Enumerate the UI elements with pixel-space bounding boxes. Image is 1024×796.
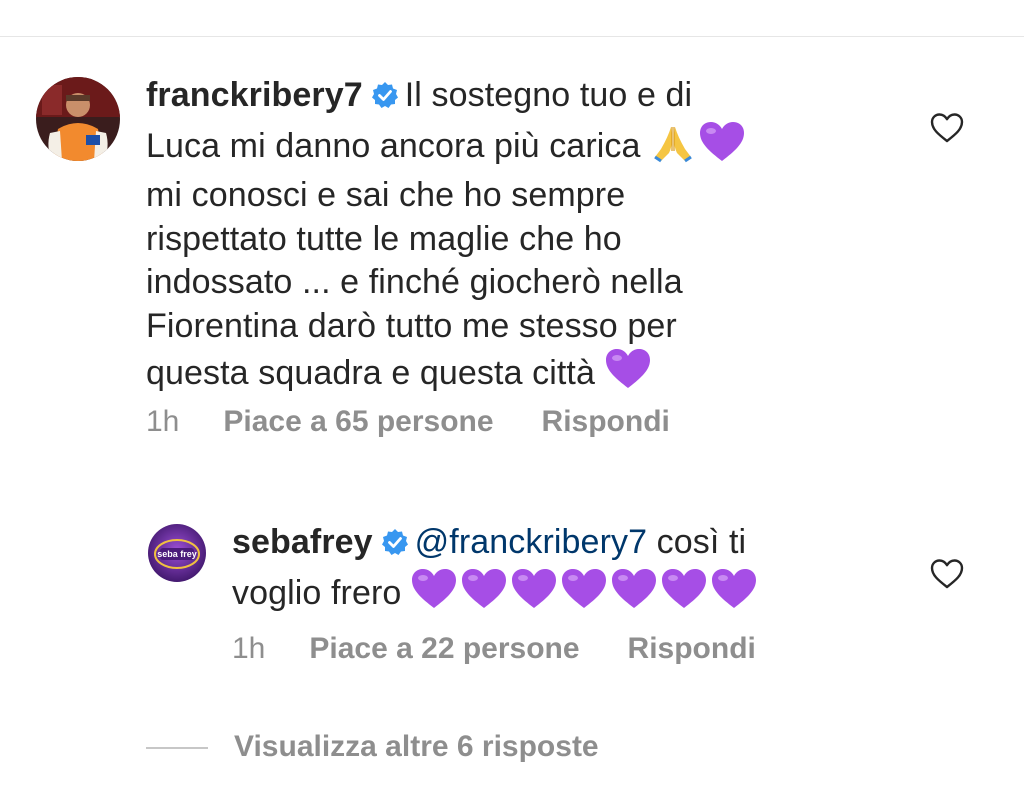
avatar-franckribery7[interactable]: [36, 77, 120, 161]
comment-text-line: questa squadra e questa città: [146, 354, 595, 392]
view-replies-label: Visualizza altre 6 risposte: [234, 730, 599, 763]
comment-body: franckribery7 Il sostegno tuo e di Luca m…: [146, 74, 866, 402]
avatar-sebafrey[interactable]: seba frey: [148, 524, 206, 582]
purple-heart-emoji-icon: [561, 568, 607, 622]
purple-heart-emoji-icon: [661, 568, 707, 622]
reply-text: voglio frero: [232, 573, 402, 612]
verified-badge-icon: [371, 77, 399, 121]
reply-line-1: sebafrey @franckribery7 così ti: [232, 521, 872, 568]
purple-heart-emoji-icon: [411, 568, 457, 622]
verified-badge-icon: [381, 524, 409, 568]
purple-heart-emoji-icon: [461, 568, 507, 622]
purple-hearts-row: [401, 568, 757, 612]
comment-line-7: questa squadra e questa città: [146, 348, 866, 402]
reply-time: 1h: [232, 632, 266, 665]
reply-button[interactable]: Rispondi: [542, 405, 670, 438]
comment-time: 1h: [146, 405, 180, 438]
reply-meta: 1h Piace a 22 persone Rispondi: [232, 632, 756, 666]
like-heart-icon[interactable]: [930, 112, 964, 144]
view-more-replies[interactable]: Visualizza altre 6 risposte: [146, 730, 599, 764]
pray-emoji-icon: [651, 123, 695, 175]
comment-meta: 1h Piace a 65 persone Rispondi: [146, 405, 670, 439]
comment-line-2: Luca mi danno ancora più carica: [146, 121, 866, 175]
comment-text-line: Il sostegno tuo e di: [404, 76, 693, 114]
purple-heart-emoji-icon: [711, 568, 757, 622]
purple-heart-emoji-icon: [511, 568, 557, 622]
reply-username[interactable]: sebafrey: [232, 523, 373, 561]
reply-text: così ti: [656, 523, 747, 561]
top-divider: [0, 36, 1024, 37]
likes-count-link[interactable]: Piace a 22 persone: [309, 632, 579, 665]
avatar-image: [36, 77, 120, 161]
comment-line-1: franckribery7 Il sostegno tuo e di: [146, 74, 866, 121]
likes-count-link[interactable]: Piace a 65 persone: [223, 405, 493, 438]
comment-username[interactable]: franckribery7: [146, 76, 363, 114]
reply-body: sebafrey @franckribery7 così ti voglio fr…: [232, 521, 872, 621]
reply-button[interactable]: Rispondi: [628, 632, 756, 665]
comment-line-6: Fiorentina darò tutto me stesso per: [146, 306, 677, 345]
view-replies-line: [146, 747, 208, 750]
reply-line-2: voglio frero: [232, 568, 872, 622]
like-heart-icon[interactable]: [930, 558, 964, 590]
comment-line-3: mi conosci e sai che ho sempre: [146, 176, 626, 214]
comment-line-4: rispettato tutte le maglie che ho: [146, 219, 622, 258]
comment-text-line: Luca mi danno ancora più carica: [146, 126, 641, 165]
purple-heart-emoji-icon: [611, 568, 657, 622]
purple-heart-emoji-icon: [699, 121, 745, 175]
comment-line-5: indossato ... e finché giocherò nella: [146, 263, 683, 301]
avatar-text: seba frey: [157, 549, 197, 559]
mention-link[interactable]: @franckribery7: [415, 523, 647, 561]
purple-heart-emoji-icon: [605, 348, 651, 402]
avatar-image: seba frey: [148, 524, 206, 582]
